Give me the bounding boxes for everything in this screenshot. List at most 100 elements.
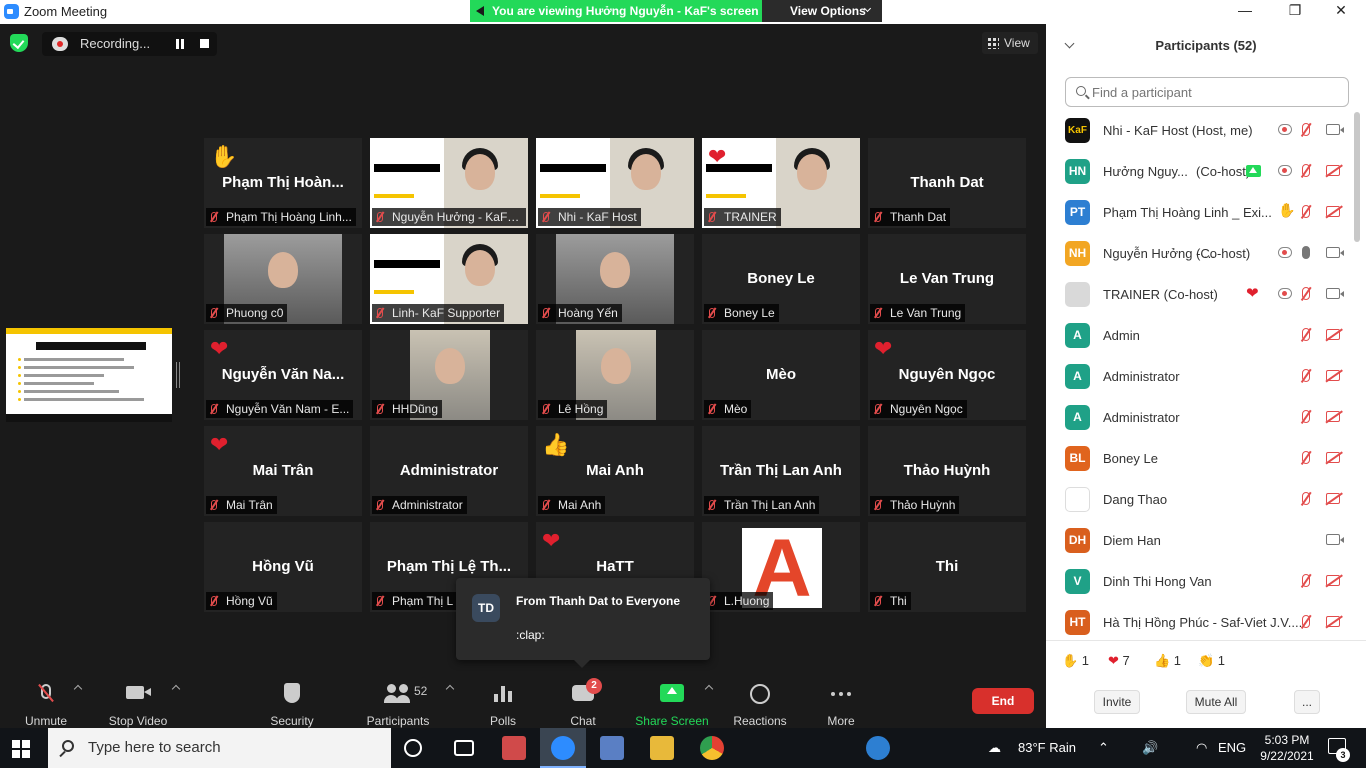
participant-row[interactable]: A Administrator xyxy=(1046,356,1356,397)
input-language[interactable]: ENG xyxy=(1218,740,1246,755)
video-off-icon[interactable] xyxy=(1326,411,1340,422)
encryption-shield-icon[interactable] xyxy=(10,34,28,52)
unmute-button[interactable]: Unmute xyxy=(16,674,76,728)
video-off-icon[interactable] xyxy=(1326,329,1340,340)
office-app-icon[interactable] xyxy=(502,736,526,760)
photos-app-icon[interactable] xyxy=(600,736,624,760)
wifi-icon[interactable]: ◠ xyxy=(1196,740,1207,756)
participant-tile[interactable]: Le Van Trung Le Van Trung xyxy=(868,234,1026,324)
chat-notification-toast[interactable]: TD From Thanh Dat to Everyone :clap: xyxy=(456,578,710,668)
participant-row[interactable]: HN Hưởng Nguy... (Co-host) xyxy=(1046,151,1356,192)
view-options-button[interactable]: View Options xyxy=(762,0,882,22)
taskbar-search-box[interactable]: Type here to search xyxy=(48,728,391,768)
help-icon[interactable] xyxy=(866,736,890,760)
participant-tile[interactable]: Thảo Huỳnh Thảo Huỳnh xyxy=(868,426,1026,516)
participant-row[interactable]: TRAINER (Co-host) ❤ xyxy=(1046,274,1356,315)
participant-tile[interactable]: Boney Le Boney Le xyxy=(702,234,860,324)
participant-tile[interactable]: Nguyễn Hưởng - KaF Ed... xyxy=(370,138,528,228)
participant-tile[interactable]: Thi Thi xyxy=(868,522,1026,612)
video-camera-icon[interactable] xyxy=(1326,247,1344,258)
muted-mic-icon[interactable] xyxy=(1302,328,1310,341)
muted-mic-icon[interactable] xyxy=(1302,574,1310,587)
participant-tile[interactable]: Thanh Dat Thanh Dat xyxy=(868,138,1026,228)
invite-button[interactable]: Invite xyxy=(1094,690,1140,714)
participant-tile[interactable]: Mèo Mèo xyxy=(702,330,860,420)
shared-screen-thumbnail[interactable] xyxy=(6,328,172,422)
participant-row[interactable]: A Administrator xyxy=(1046,397,1356,438)
video-off-icon[interactable] xyxy=(1326,616,1340,627)
taskbar-clock[interactable]: 5:03 PM 9/22/2021 xyxy=(1254,732,1320,764)
participant-row[interactable]: HT Hà Thị Hồng Phúc - Saf-Viet J.V.... xyxy=(1046,602,1356,638)
participant-tile[interactable]: Hồng Vũ Hồng Vũ xyxy=(204,522,362,612)
reactions-button[interactable]: Reactions xyxy=(730,674,790,728)
video-off-icon[interactable] xyxy=(1326,452,1340,463)
participant-row[interactable]: DH Diem Han xyxy=(1046,520,1356,561)
view-layout-button[interactable]: View xyxy=(982,32,1038,54)
microphone-icon[interactable] xyxy=(1302,246,1310,259)
windows-start-icon[interactable] xyxy=(12,740,30,758)
participant-row[interactable]: Dang Thao xyxy=(1046,479,1356,520)
participant-tile[interactable]: A L.Huong xyxy=(702,522,860,612)
participant-tile[interactable]: Linh- KaF Supporter xyxy=(370,234,528,324)
share-screen-button[interactable]: Share Screen xyxy=(632,674,712,728)
muted-mic-icon[interactable] xyxy=(1302,164,1310,177)
chat-button[interactable]: 2 Chat xyxy=(558,674,608,728)
video-camera-icon[interactable] xyxy=(1326,288,1344,299)
video-options-caret-icon[interactable] xyxy=(171,684,181,694)
speaker-volume-icon[interactable]: 🔊 xyxy=(1142,740,1158,756)
participant-tile[interactable]: Mai Trân ❤ Mai Trân xyxy=(204,426,362,516)
participant-tile[interactable]: Nguyên Ngọc ❤ Nguyên Ngọc xyxy=(868,330,1026,420)
video-off-icon[interactable] xyxy=(1326,206,1340,217)
participants-options-caret-icon[interactable] xyxy=(445,684,455,694)
muted-mic-icon[interactable] xyxy=(1302,410,1310,423)
participant-tile[interactable]: ❤ TRAINER xyxy=(702,138,860,228)
muted-mic-icon[interactable] xyxy=(1302,451,1310,464)
close-window-icon[interactable]: ✕ xyxy=(1330,2,1352,20)
participant-row[interactable]: PT Phạm Thị Hoàng Linh _ Exi... ✋ xyxy=(1046,192,1356,233)
participant-tile[interactable]: Lê Hồng xyxy=(536,330,694,420)
split-view-drag-handle[interactable] xyxy=(176,362,180,388)
chevron-up-icon[interactable]: ⌃ xyxy=(1098,740,1109,756)
task-view-icon[interactable] xyxy=(454,740,474,756)
participant-tile[interactable]: Trần Thị Lan Anh Trần Thị Lan Anh xyxy=(702,426,860,516)
participant-row[interactable]: V Dinh Thi Hong Van xyxy=(1046,561,1356,602)
mute-all-button[interactable]: Mute All xyxy=(1186,690,1246,714)
video-off-icon[interactable] xyxy=(1326,165,1340,176)
muted-mic-icon[interactable] xyxy=(1302,492,1310,505)
participant-tile[interactable]: Hoàng Yến xyxy=(536,234,694,324)
polls-button[interactable]: Polls xyxy=(478,674,528,728)
participant-tile[interactable]: Nguyễn Văn Na... ❤ Nguyễn Văn Nam - E... xyxy=(204,330,362,420)
muted-mic-icon[interactable] xyxy=(1302,369,1310,382)
participant-tile[interactable]: Mai Anh 👍 Mai Anh xyxy=(536,426,694,516)
participant-row[interactable]: NH Nguyễn Hưởng - ... (Co-host) xyxy=(1046,233,1356,274)
video-off-icon[interactable] xyxy=(1326,493,1340,504)
muted-mic-icon[interactable] xyxy=(1302,615,1310,628)
video-off-icon[interactable] xyxy=(1326,575,1340,586)
video-camera-icon[interactable] xyxy=(1326,124,1344,135)
stop-recording-icon[interactable] xyxy=(200,39,209,48)
participants-scrollbar[interactable] xyxy=(1354,112,1360,242)
video-camera-icon[interactable] xyxy=(1326,534,1344,545)
panel-more-button[interactable]: ... xyxy=(1294,690,1320,714)
muted-mic-icon[interactable] xyxy=(1302,123,1310,136)
participant-row[interactable]: BL Boney Le xyxy=(1046,438,1356,479)
security-button[interactable]: Security xyxy=(262,674,322,728)
taskbar-zoom-app[interactable] xyxy=(540,728,586,768)
more-button[interactable]: More xyxy=(816,674,866,728)
stop-video-button[interactable]: Stop Video xyxy=(104,674,172,728)
participants-button[interactable]: 52 Participants xyxy=(362,674,434,728)
weather-text[interactable]: 83°F Rain xyxy=(1018,740,1076,755)
video-off-icon[interactable] xyxy=(1326,370,1340,381)
participant-row[interactable]: A Admin xyxy=(1046,315,1356,356)
pause-recording-icon[interactable] xyxy=(176,39,184,49)
participant-tile[interactable]: Nhi - KaF Host xyxy=(536,138,694,228)
participant-tile[interactable]: Phạm Thị Hoàn... ✋ Phạm Thị Hoàng Linh... xyxy=(204,138,362,228)
file-explorer-icon[interactable] xyxy=(650,736,674,760)
minimize-window-icon[interactable]: — xyxy=(1234,2,1256,20)
muted-mic-icon[interactable] xyxy=(1302,205,1310,218)
participant-tile[interactable]: Administrator Administrator xyxy=(370,426,528,516)
participant-tile[interactable]: Phuong c0 xyxy=(204,234,362,324)
participant-tile[interactable]: HHDũng xyxy=(370,330,528,420)
maximize-window-icon[interactable]: ❐ xyxy=(1284,2,1306,20)
participant-row[interactable]: KaF Nhi - KaF Host (Host, me) xyxy=(1046,110,1356,151)
